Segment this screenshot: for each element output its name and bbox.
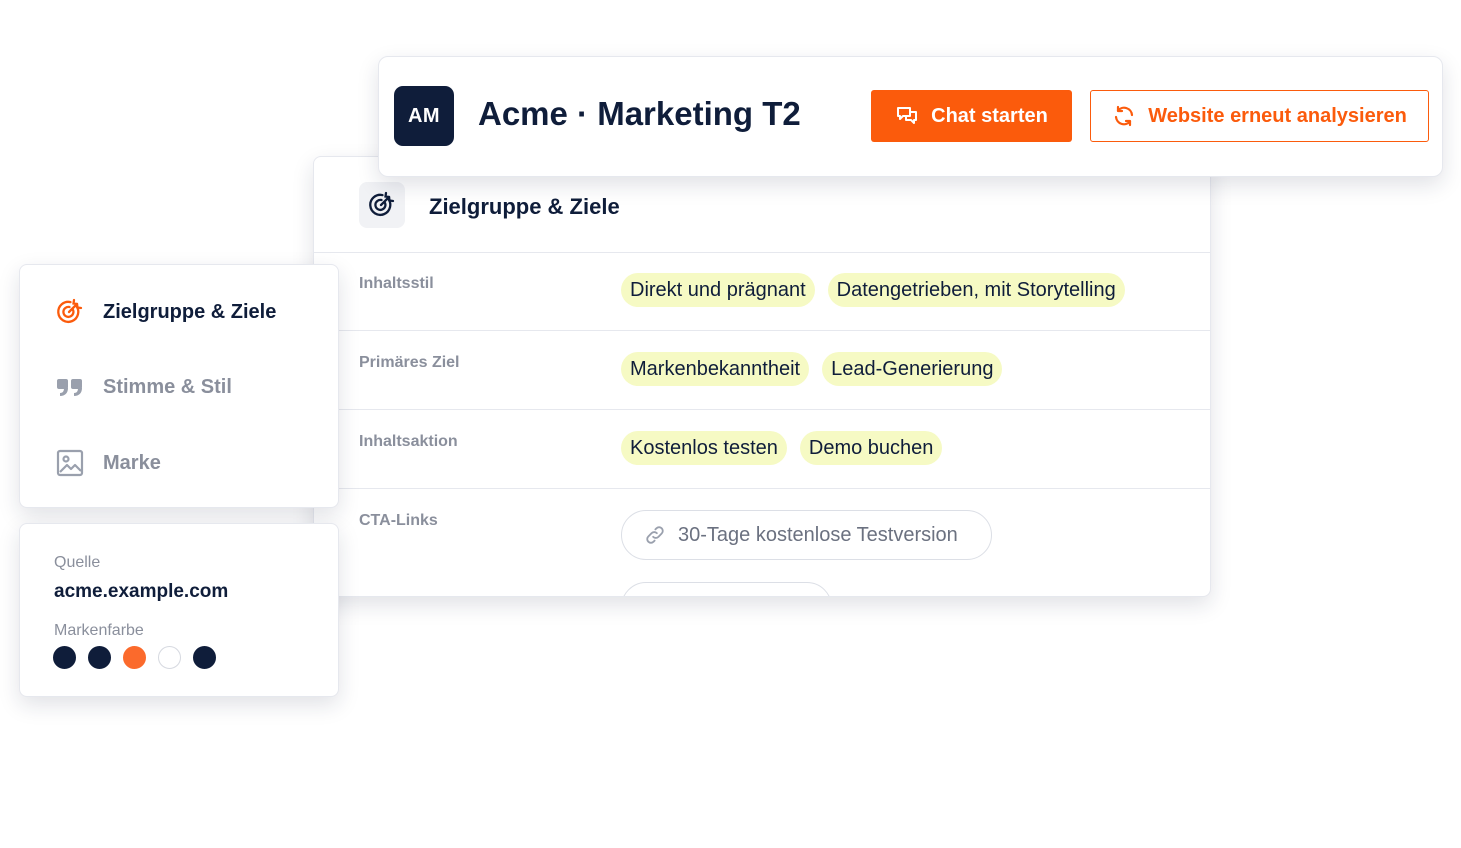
row-label: Primäres Ziel <box>359 354 460 371</box>
brand-color-swatches <box>53 646 216 669</box>
color-swatch <box>158 646 181 669</box>
refresh-icon <box>1112 104 1136 128</box>
tag: Direkt und prägnant <box>621 273 815 307</box>
page-title: Acme · Marketing T2 <box>478 95 801 132</box>
cta-link-pill[interactable] <box>621 582 832 596</box>
color-swatch <box>53 646 76 669</box>
section-nav: Zielgruppe & Ziele Stimme & Stil Marke <box>19 264 339 508</box>
cta-link-label: 30-Tage kostenlose Testversion <box>678 523 958 546</box>
chat-bubbles-icon <box>895 104 919 128</box>
avatar: AM <box>394 86 454 146</box>
quote-icon <box>55 372 85 402</box>
nav-item-audience-goals[interactable]: Zielgruppe & Ziele <box>55 295 276 329</box>
source-card: Quelle acme.example.com Markenfarbe <box>19 523 339 697</box>
tag: Demo buchen <box>799 431 943 465</box>
color-swatch <box>193 646 216 669</box>
row-content-action: Inhaltsaktion Kostenlos testen Demo buch… <box>314 411 1210 489</box>
color-swatch <box>123 646 146 669</box>
target-icon <box>55 297 85 327</box>
cta-link-pill[interactable]: 30-Tage kostenlose Testversion <box>621 510 992 560</box>
nav-item-label: Zielgruppe & Ziele <box>103 300 277 323</box>
brand-color-label: Markenfarbe <box>54 622 144 639</box>
nav-item-label: Marke <box>103 451 161 474</box>
link-icon <box>644 524 666 546</box>
source-label: Quelle <box>54 554 101 571</box>
row-label: CTA-Links <box>359 512 438 529</box>
tag: Lead-Generierung <box>822 352 1003 386</box>
reanalyze-website-button[interactable]: Website erneut analysieren <box>1090 90 1429 142</box>
nav-item-brand[interactable]: Marke <box>55 446 161 480</box>
project-header: AM Acme · Marketing T2 Chat starten Webs… <box>378 56 1443 177</box>
row-content-style: Inhaltsstil Direkt und prägnant Datenget… <box>314 253 1210 331</box>
nav-item-voice-style[interactable]: Stimme & Stil <box>55 370 232 404</box>
chat-start-label: Chat starten <box>931 104 1048 127</box>
source-value: acme.example.com <box>54 581 229 602</box>
nav-item-label: Stimme & Stil <box>103 375 232 398</box>
panel-title: Zielgruppe & Ziele <box>429 194 620 219</box>
tag: Markenbekanntheit <box>621 352 810 386</box>
chat-start-button[interactable]: Chat starten <box>871 90 1072 142</box>
target-icon <box>359 182 405 228</box>
row-primary-goal: Primäres Ziel Markenbekanntheit Lead-Gen… <box>314 332 1210 410</box>
color-swatch <box>88 646 111 669</box>
row-label: Inhaltsstil <box>359 275 434 292</box>
tag: Datengetrieben, mit Storytelling <box>827 273 1125 307</box>
tag: Kostenlos testen <box>621 431 787 465</box>
audience-goals-panel: Zielgruppe & Ziele Inhaltsstil Direkt un… <box>313 156 1211 597</box>
row-label: Inhaltsaktion <box>359 433 458 450</box>
image-icon <box>55 448 85 478</box>
reanalyze-website-label: Website erneut analysieren <box>1148 104 1407 127</box>
